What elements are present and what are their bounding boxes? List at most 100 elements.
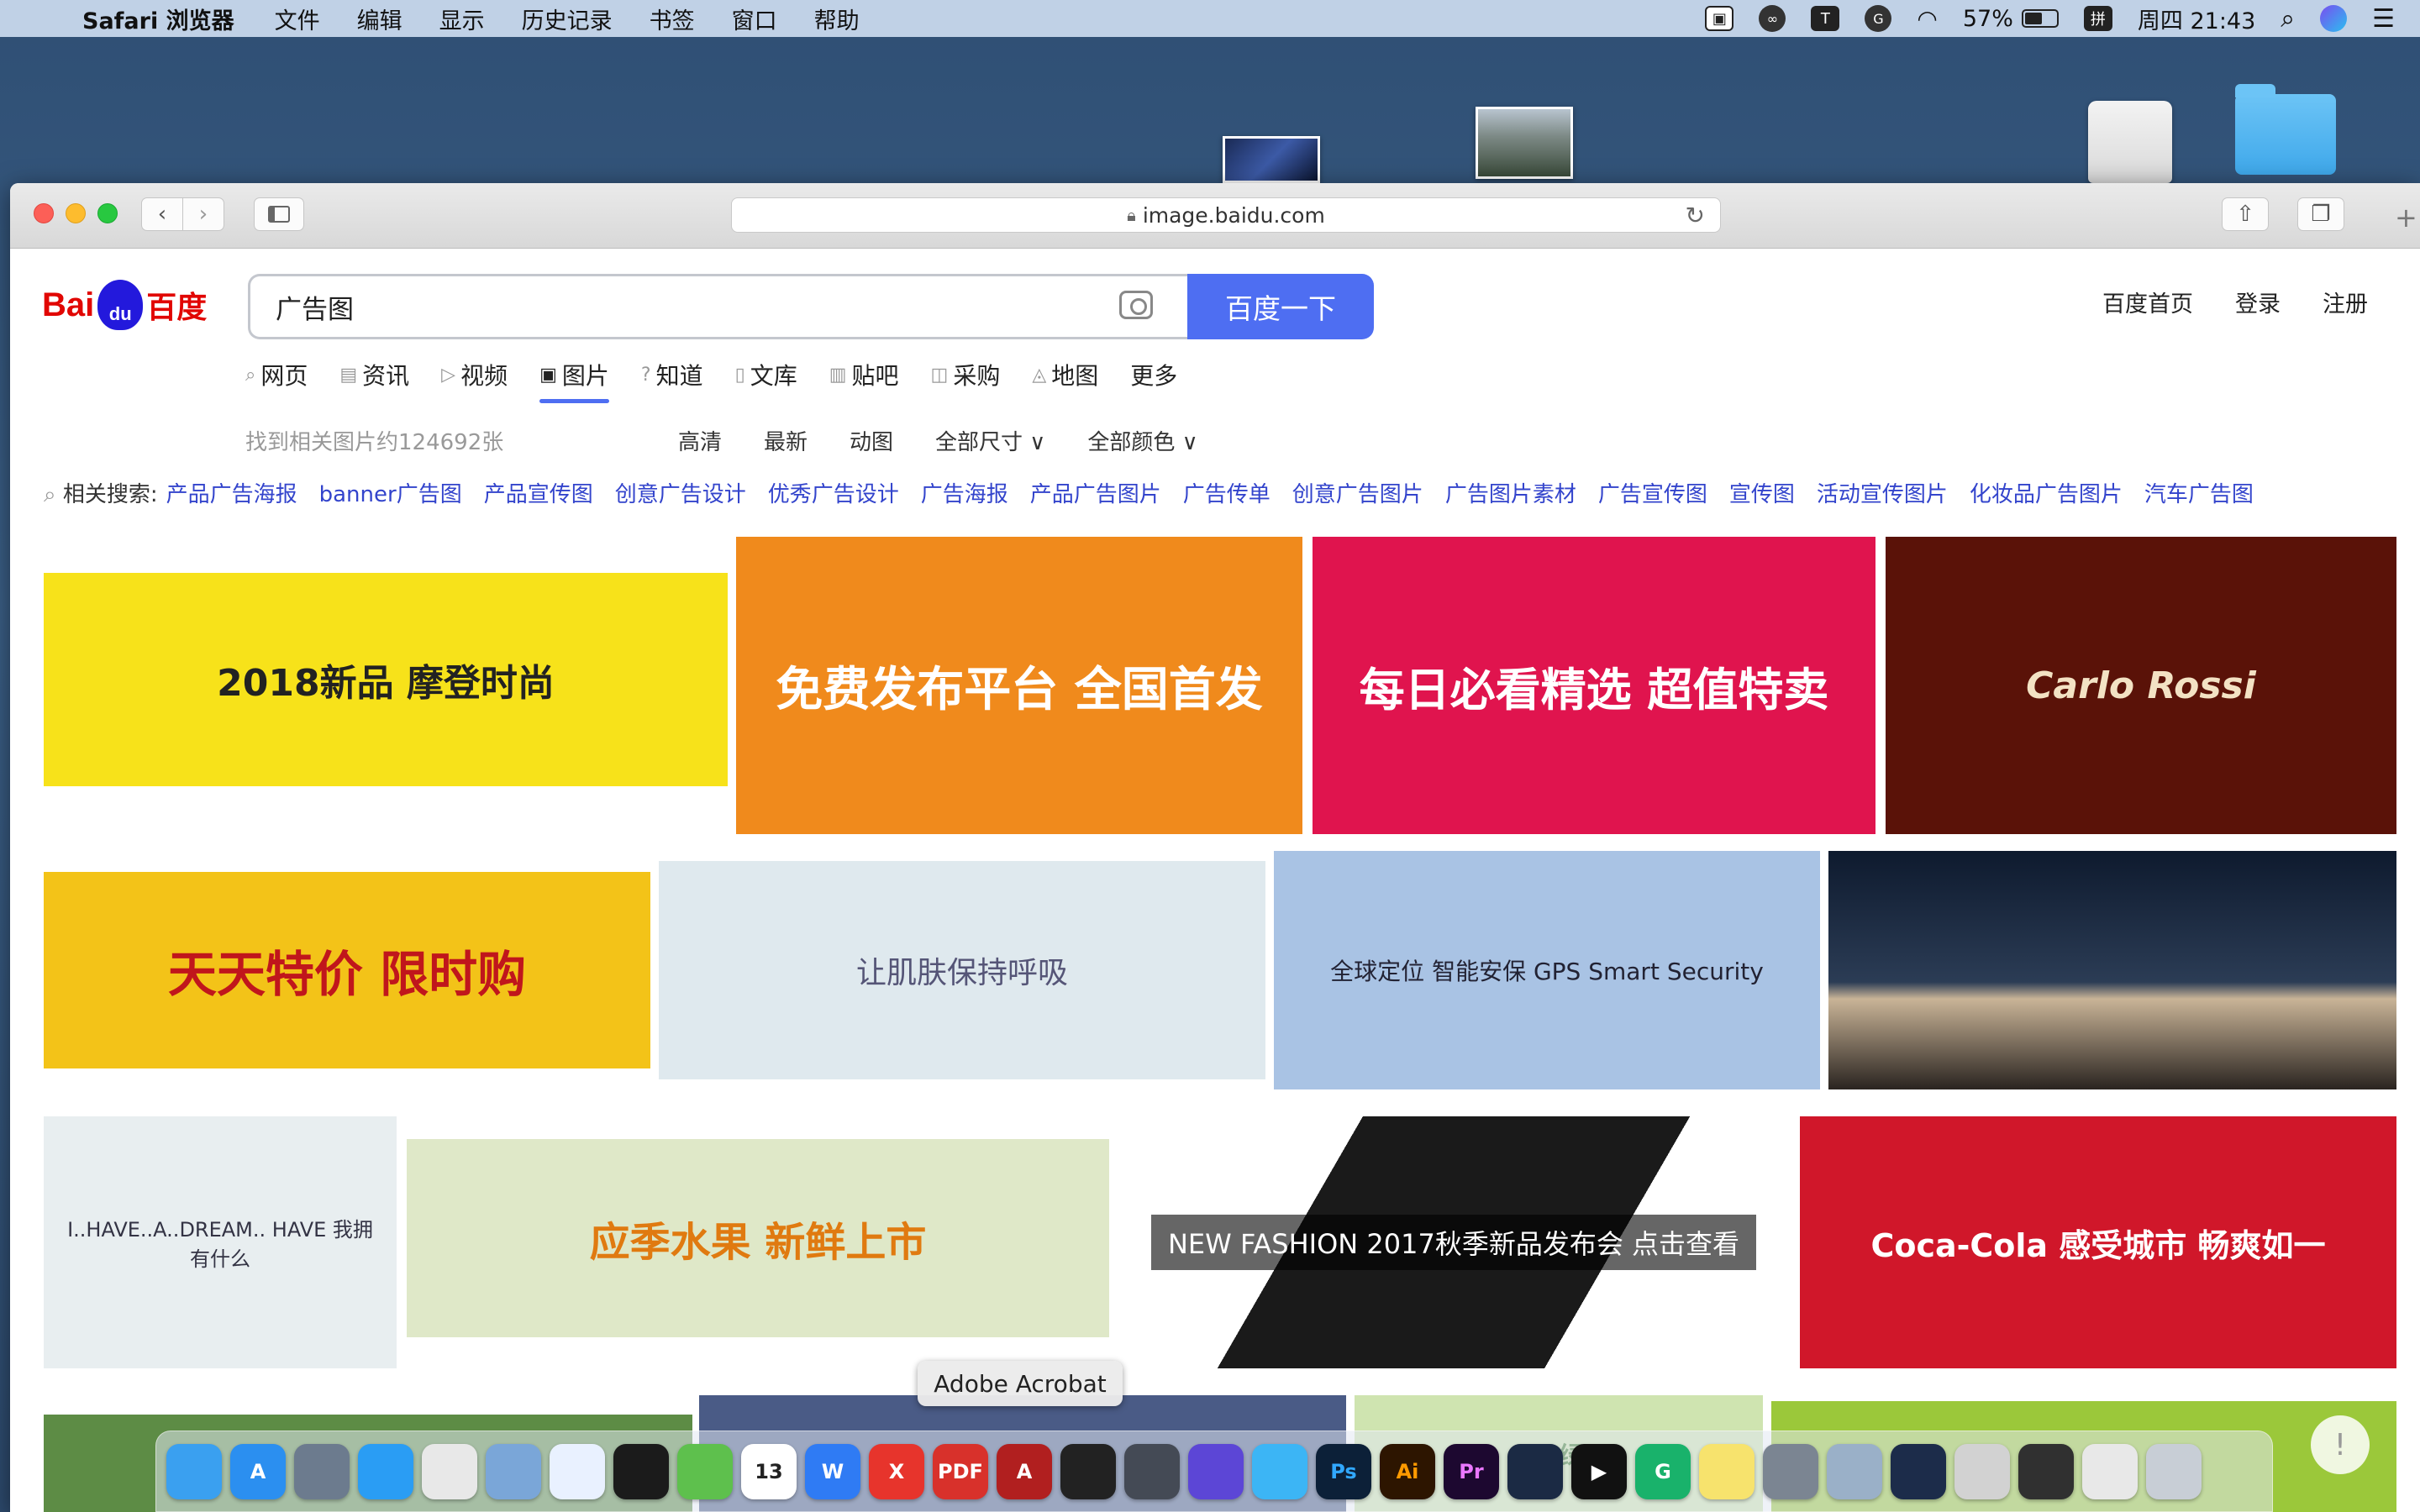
sidebar-toggle-button[interactable] <box>254 197 304 231</box>
link-login[interactable]: 登录 <box>2235 286 2281 318</box>
window-close-button[interactable] <box>34 203 54 223</box>
desktop-folder-icon[interactable] <box>2235 84 2336 175</box>
dock-wps-icon[interactable]: W <box>805 1443 860 1499</box>
related-link[interactable]: 产品宣传图 <box>484 477 593 508</box>
battery-icon[interactable] <box>2021 9 2059 28</box>
desktop-car-image[interactable] <box>1223 136 1320 183</box>
result-image-gps-car[interactable]: 全球定位 智能安保 GPS Smart Security <box>1274 851 1820 1089</box>
dock-xcode-icon[interactable] <box>1252 1443 1307 1499</box>
related-link[interactable]: 产品广告海报 <box>166 477 297 508</box>
window-zoom-button[interactable] <box>97 203 118 223</box>
tab-images[interactable]: ▣ 图片 <box>539 358 609 403</box>
tab-more[interactable]: 更多 <box>1130 358 1177 403</box>
tab-video[interactable]: ▷ 视频 <box>441 358 508 403</box>
tab-wenku[interactable]: ▯ 文库 <box>735 358 797 403</box>
tab-zhidao[interactable]: ? 知道 <box>641 358 703 403</box>
related-link[interactable]: 广告宣传图 <box>1598 477 1707 508</box>
link-baidu-home[interactable]: 百度首页 <box>2102 286 2193 318</box>
notification-alert-icon[interactable]: ! <box>2311 1415 2370 1474</box>
dock-pdf-expert-icon[interactable]: PDF <box>933 1443 988 1499</box>
related-link[interactable]: 化妆品广告图片 <box>1970 477 2123 508</box>
menu-app-name[interactable]: Safari 浏览器 <box>82 3 234 35</box>
menu-history[interactable]: 历史记录 <box>522 3 613 35</box>
address-bar[interactable]: 🔒︎ image.baidu.com ↻ <box>731 197 1721 233</box>
camera-icon[interactable] <box>1119 291 1153 319</box>
dock-infuse-icon[interactable]: ▶ <box>1571 1443 1627 1499</box>
spotlight-search-icon[interactable]: ⌕ <box>2281 4 2295 34</box>
back-button[interactable]: ‹ <box>141 197 183 231</box>
dock-system-preferences-icon[interactable] <box>1763 1443 1818 1499</box>
result-image-coca-cola[interactable]: Coca-Cola 感受城市 畅爽如一 <box>1800 1116 2396 1368</box>
result-image-flash-sale[interactable]: 天天特价 限时购 <box>44 872 650 1068</box>
dock-image-capture-icon[interactable] <box>1827 1443 1882 1499</box>
result-image-fruit[interactable]: 应季水果 新鲜上市 <box>407 1139 1109 1337</box>
siri-icon[interactable] <box>2320 5 2348 32</box>
dock-recent-doc-2-icon[interactable] <box>2018 1443 2074 1499</box>
related-link[interactable]: 汽车广告图 <box>2144 477 2254 508</box>
related-link[interactable]: 活动宣传图片 <box>1817 477 1948 508</box>
related-link[interactable]: 创意广告图片 <box>1292 477 1423 508</box>
related-link[interactable]: 广告海报 <box>921 477 1008 508</box>
dock-cinema4d-icon[interactable] <box>1507 1443 1563 1499</box>
dock-preview-icon[interactable] <box>486 1443 541 1499</box>
link-register[interactable]: 注册 <box>2323 286 2368 318</box>
result-image-wine[interactable]: Carlo Rossi <box>1886 537 2396 834</box>
menu-view[interactable]: 显示 <box>439 3 485 35</box>
dock-screen-recorder-icon[interactable] <box>1060 1443 1116 1499</box>
menu-window[interactable]: 窗口 <box>732 3 777 35</box>
desktop-drive-icon[interactable] <box>2088 101 2172 183</box>
tab-web[interactable]: ⌕ 网页 <box>245 358 308 403</box>
result-image-tree[interactable]: I..HAVE..A..DREAM.. HAVE 我拥有什么 <box>44 1116 397 1368</box>
dock-illustrator-icon[interactable]: Ai <box>1380 1443 1435 1499</box>
input-method-icon[interactable]: 拼 <box>2083 6 2112 31</box>
result-image-daily-deals[interactable]: 每日必看精选 超值特卖 <box>1313 537 1876 834</box>
related-link[interactable]: 优秀广告设计 <box>768 477 899 508</box>
dock-launchpad-icon[interactable] <box>294 1443 350 1499</box>
related-link[interactable]: 创意广告设计 <box>615 477 746 508</box>
result-image-free-publish[interactable]: 免费发布平台 全国首发 <box>736 537 1302 834</box>
result-image-fashion[interactable]: NEW FASHION 2017秋季新品发布会 点击查看 <box>1118 1116 1790 1368</box>
dock-photo-booth-icon[interactable] <box>1124 1443 1180 1499</box>
menu-file[interactable]: 文件 <box>275 3 320 35</box>
filter-animated[interactable]: 动图 <box>850 425 893 456</box>
dock-wechat-icon[interactable] <box>677 1443 733 1499</box>
result-image-skincare[interactable]: 让肌肤保持呼吸 <box>659 861 1265 1079</box>
dock-app-store-icon[interactable]: A <box>230 1443 286 1499</box>
result-image-night-sky[interactable] <box>1828 851 2396 1089</box>
baidu-logo[interactable]: Bai du 百度 <box>42 277 207 333</box>
search-input[interactable]: 广告图 <box>248 274 1197 339</box>
screen-record-icon[interactable]: ▣ <box>1705 6 1734 31</box>
dock-baidu-netdisk-icon[interactable] <box>550 1443 605 1499</box>
filter-color-dropdown[interactable]: 全部颜色 ∨ <box>1087 425 1197 456</box>
dock-trash-icon[interactable] <box>2146 1443 2202 1499</box>
menu-help[interactable]: 帮助 <box>814 3 860 35</box>
related-link[interactable]: 广告传单 <box>1183 477 1270 508</box>
tab-purchase[interactable]: ◫ 采购 <box>931 358 1001 403</box>
creative-cloud-icon[interactable]: ∞ <box>1759 5 1786 32</box>
wifi-icon[interactable]: ◠ <box>1917 5 1937 33</box>
typora-tray-icon[interactable]: T <box>1811 6 1840 31</box>
related-link[interactable]: 宣传图 <box>1729 477 1795 508</box>
related-link[interactable]: 广告图片素材 <box>1445 477 1576 508</box>
dock-downie-icon[interactable] <box>1188 1443 1244 1499</box>
filter-hd[interactable]: 高清 <box>678 425 722 456</box>
tab-overview-button[interactable]: ❐ <box>2297 197 2344 231</box>
dock-acrobat-icon[interactable]: A <box>997 1443 1052 1499</box>
menu-bookmarks[interactable]: 书签 <box>650 3 695 35</box>
tab-map[interactable]: ◬ 地图 <box>1032 358 1098 403</box>
share-button[interactable]: ⇧ <box>2222 197 2269 231</box>
dock-chrome-icon[interactable] <box>422 1443 477 1499</box>
notification-center-icon[interactable]: ☰ <box>2372 4 2395 34</box>
filter-size-dropdown[interactable]: 全部尺寸 ∨ <box>935 425 1045 456</box>
result-image-sunglasses[interactable]: 2018新品 摩登时尚 <box>44 573 728 786</box>
tab-tieba[interactable]: ▥ 贴吧 <box>829 358 899 403</box>
filter-latest[interactable]: 最新 <box>764 425 808 456</box>
dock-notes-icon[interactable] <box>1699 1443 1754 1499</box>
menu-edit[interactable]: 编辑 <box>357 3 402 35</box>
related-link[interactable]: 产品广告图片 <box>1030 477 1161 508</box>
tab-news[interactable]: ▤ 资讯 <box>339 358 409 403</box>
dock-grammarly-icon[interactable]: G <box>1635 1443 1691 1499</box>
dock-quicktime-icon[interactable] <box>1891 1443 1946 1499</box>
new-tab-button[interactable]: + <box>2395 202 2417 234</box>
dock-recent-doc-1-icon[interactable] <box>1954 1443 2010 1499</box>
